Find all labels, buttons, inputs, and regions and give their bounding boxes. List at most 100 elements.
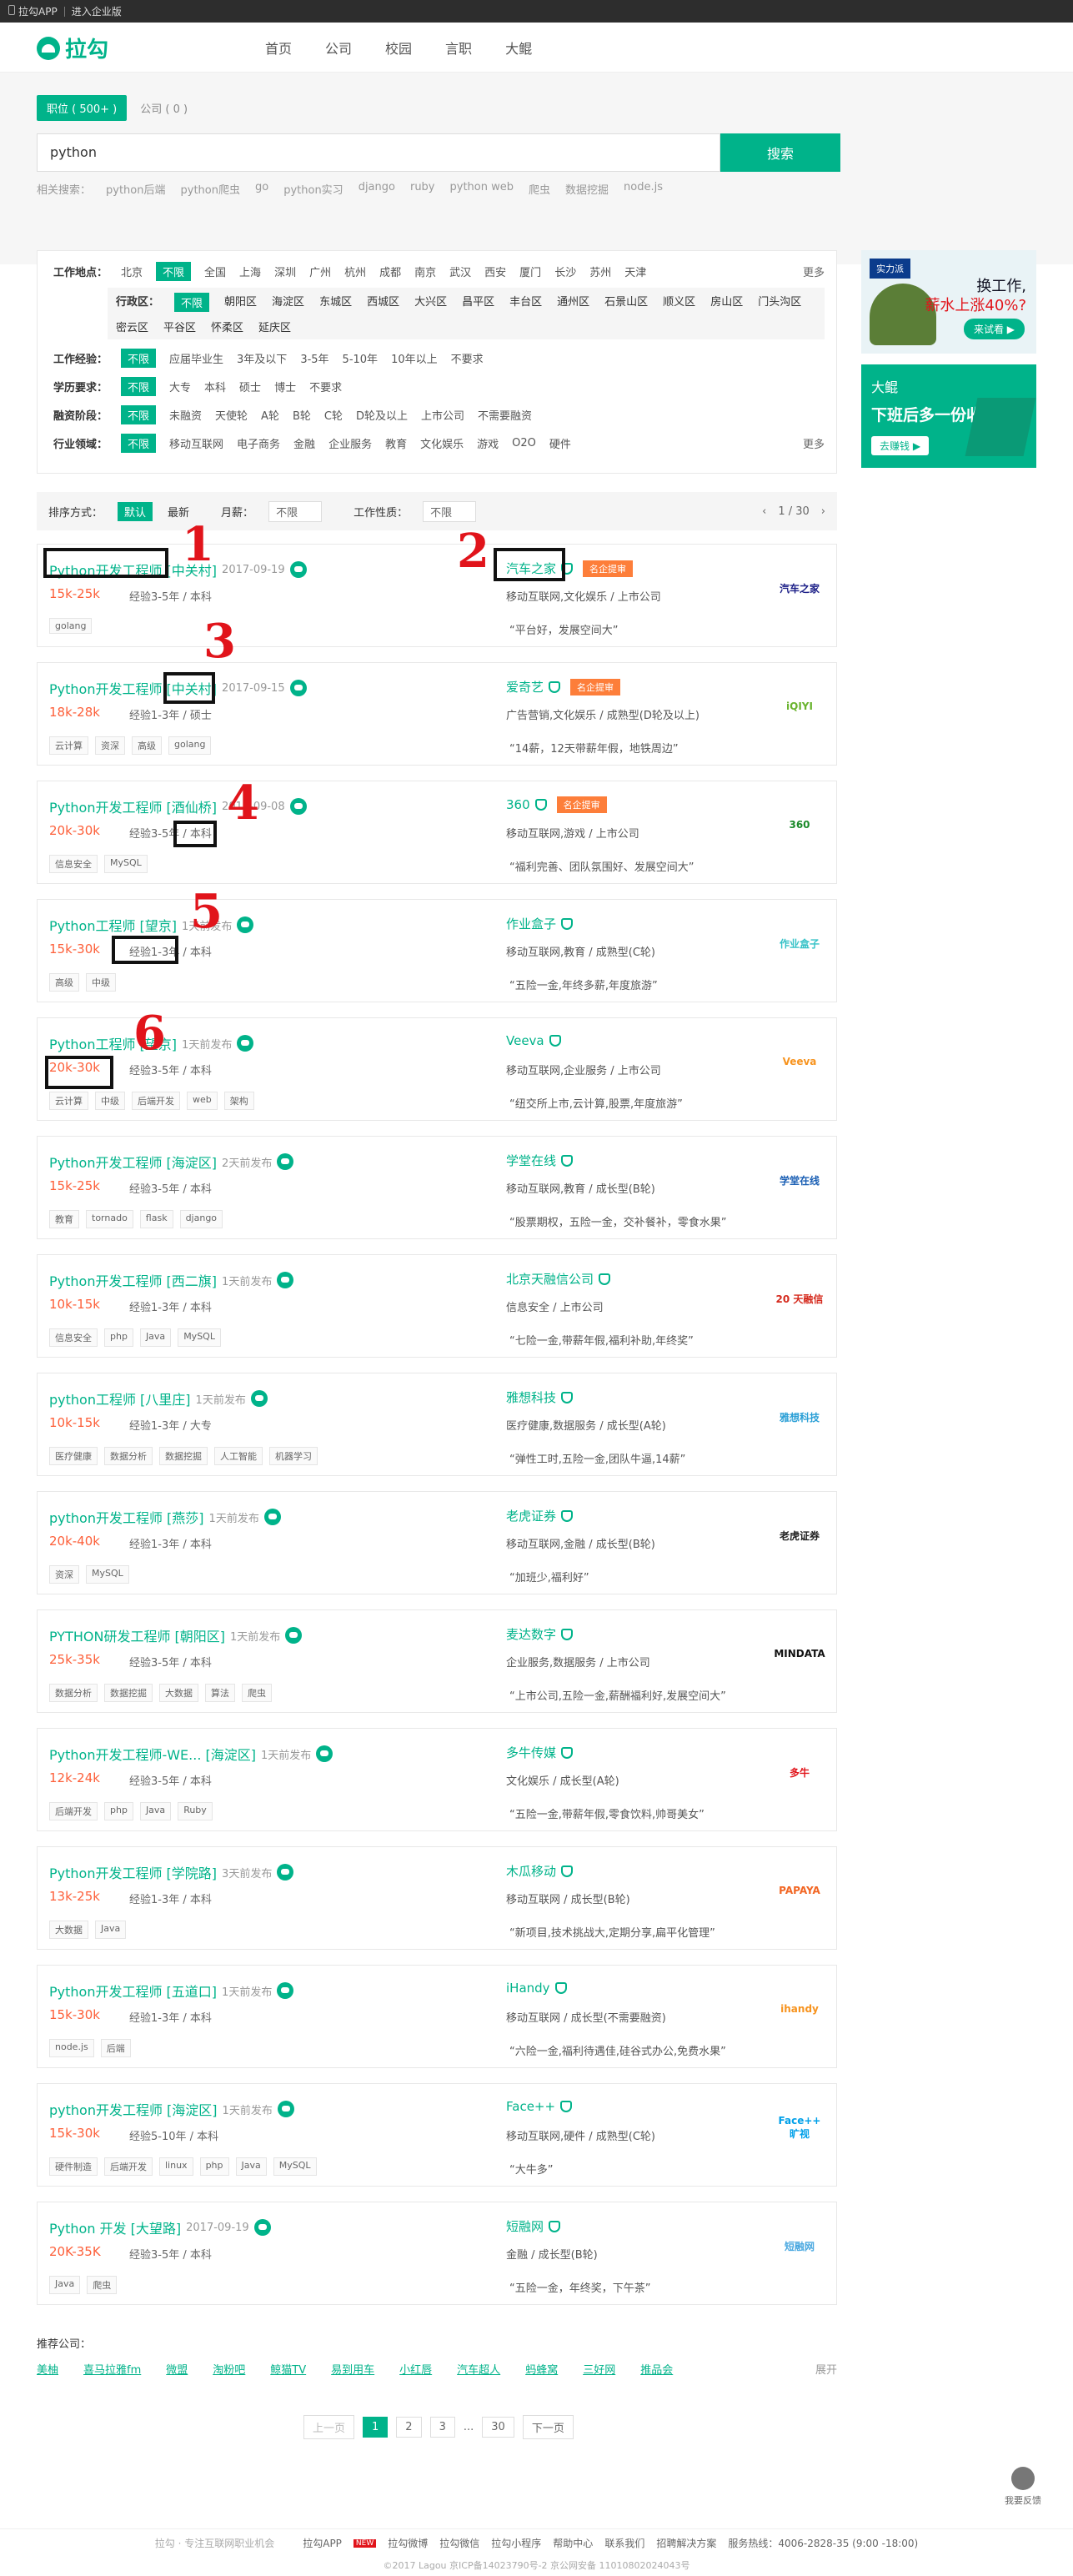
company-link[interactable]: Face++ [506,2099,555,2114]
related-link[interactable]: python web [450,181,514,197]
filter-option[interactable]: 长沙 [554,264,576,279]
filter-option[interactable]: D轮及以上 [356,407,408,423]
footer-link[interactable]: 帮助中心 [553,2536,593,2550]
chat-icon[interactable] [237,1035,254,1052]
job-tag[interactable]: 高级 [49,973,79,992]
filter-option[interactable]: 平谷区 [163,319,196,334]
company-logo[interactable]: Veeva [775,1037,825,1087]
related-link[interactable]: ruby [410,181,435,197]
more-industries-button[interactable]: 更多 [803,435,825,451]
job-title-link[interactable]: Python开发工程师 [酒仙桥] [49,796,217,816]
chat-icon[interactable] [316,1745,333,1762]
job-tag[interactable]: linux [159,2157,193,2176]
salary-select[interactable]: 不限 [268,500,323,522]
related-link[interactable]: python爬虫 [181,181,240,197]
related-link[interactable]: go [255,181,268,197]
filter-option[interactable]: 大专 [169,379,191,394]
job-tag[interactable]: 信息安全 [49,855,98,873]
nav-dakun[interactable]: 大鲲 [505,38,532,58]
expand-button[interactable]: 展开 [815,2361,837,2377]
job-tag[interactable]: Java [95,1921,127,1939]
recommended-company-link[interactable]: 小红唇 [399,2361,432,2377]
filter-option[interactable]: 不要求 [309,379,342,394]
filter-option[interactable]: 密云区 [116,319,148,334]
filter-option[interactable]: 西城区 [367,293,399,312]
feedback-widget[interactable]: 我要反馈 [1005,2467,1041,2507]
job-tag[interactable]: flask [139,1210,173,1228]
company-logo[interactable]: iQIYI [775,681,825,731]
job-tag[interactable]: 医疗健康 [49,1447,98,1465]
search-button[interactable]: 搜索 [720,133,840,172]
company-link[interactable]: 360 [506,797,530,812]
filter-option[interactable]: 10年以上 [391,350,438,366]
prev-page-button[interactable]: 上一页 [303,2415,355,2439]
filter-option[interactable]: B轮 [293,407,311,423]
chat-icon[interactable] [253,2219,271,2236]
job-tag[interactable]: golang [168,736,212,755]
tab-companies[interactable]: 公司 ( 0 ) [140,100,188,116]
job-title-link[interactable]: Python开发工程师 [西二旗] [49,1270,217,1290]
job-card[interactable]: Python开发工程师 [酒仙桥] 2017-09-08 20k-30k 经验3… [37,781,837,884]
chat-icon[interactable] [250,1390,268,1407]
job-card[interactable]: Python开发工程师 [五道口] 1天前发布 15k-30k 经验1-3年 /… [37,1965,837,2068]
filter-option[interactable]: 武汉 [449,264,471,279]
chat-icon[interactable] [289,798,307,815]
filter-option[interactable]: A轮 [261,407,279,423]
related-link[interactable]: 爬虫 [529,181,550,197]
company-logo[interactable]: 20 天融信 [775,1273,825,1323]
job-tag[interactable]: php [199,2157,229,2176]
logo[interactable]: 拉勾 [37,33,108,63]
job-title-link[interactable]: PYTHON研发工程师 [朝阳区] [49,1625,225,1645]
footer-link[interactable]: 拉勾微信 [439,2536,479,2550]
job-tag[interactable]: 算法 [205,1684,235,1702]
job-card[interactable]: python开发工程师 [燕莎] 1天前发布 20k-40k 经验1-3年 / … [37,1491,837,1594]
company-link[interactable]: 雅想科技 [506,1388,556,1406]
job-tag[interactable]: 后端开发 [104,2157,153,2176]
nav-yanzhi[interactable]: 言职 [445,38,472,58]
filter-option[interactable]: 通州区 [557,293,589,312]
search-input[interactable]: python [37,133,720,172]
filter-option[interactable]: 苏州 [589,264,611,279]
filter-option[interactable]: 不限 [121,404,157,424]
footer-link[interactable]: 拉勾小程序 [491,2536,541,2550]
company-logo[interactable]: 360 [775,800,825,850]
job-card[interactable]: python工程师 [八里庄] 1天前发布 10k-15k 经验1-3年 / 大… [37,1373,837,1476]
job-title-link[interactable]: Python工程师 [望京] [49,915,177,935]
job-card[interactable]: Python 开发 [大望路] 2017-09-19 20K-35K 经验3-5… [37,2202,837,2305]
filter-option[interactable]: 西安 [484,264,506,279]
job-tag[interactable]: php [104,1328,133,1347]
company-logo[interactable]: 雅想科技 [775,1392,825,1442]
filter-option[interactable]: 南京 [414,264,436,279]
job-card[interactable]: Python开发工程师 [学院路] 3天前发布 13k-25k 经验1-3年 /… [37,1846,837,1950]
nature-select[interactable]: 不限 [423,500,477,522]
job-title-link[interactable]: Python开发工程师 [五道口] [49,1981,217,2001]
related-link[interactable]: python后端 [106,181,165,197]
filter-option[interactable]: 东城区 [319,293,352,312]
job-tag[interactable]: web [187,1092,218,1110]
company-logo[interactable]: PAPAYA [775,1865,825,1916]
job-tag[interactable]: 硬件制造 [49,2157,98,2176]
job-card[interactable]: Python开发工程师-WE... [海淀区] 1天前发布 12k-24k 经验… [37,1728,837,1831]
filter-option[interactable]: 硬件 [549,435,571,451]
app-download-link[interactable]: 拉勾APP [8,4,58,18]
job-card[interactable]: python开发工程师 [海淀区] 1天前发布 15k-30k 经验5-10年 … [37,2083,837,2187]
chat-icon[interactable] [277,1982,294,1999]
company-logo[interactable]: MINDATA [774,1629,825,1679]
footer-link[interactable]: 拉勾微博 [388,2536,428,2550]
job-tag[interactable]: 架构 [223,1092,254,1110]
job-title-link[interactable]: python开发工程师 [燕莎] [49,1507,204,1527]
filter-option[interactable]: 不限 [174,293,210,312]
job-tag[interactable]: 数据挖掘 [104,1684,153,1702]
job-tag[interactable]: 资深 [49,1565,79,1584]
filter-option[interactable]: 朝阳区 [224,293,257,312]
filter-option[interactable]: 昌平区 [462,293,494,312]
related-link[interactable]: node.js [624,181,663,197]
filter-option[interactable]: 教育 [385,435,407,451]
job-tag[interactable]: node.js [49,2039,94,2057]
job-tag[interactable]: php [104,1802,133,1820]
next-page-button[interactable]: 下一页 [522,2415,574,2439]
company-link[interactable]: iHandy [506,1981,550,1996]
job-tag[interactable]: Java [139,1802,172,1820]
job-title-link[interactable]: Python开发工程师-WE... [海淀区] [49,1744,256,1764]
job-tag[interactable]: 云计算 [49,736,88,755]
